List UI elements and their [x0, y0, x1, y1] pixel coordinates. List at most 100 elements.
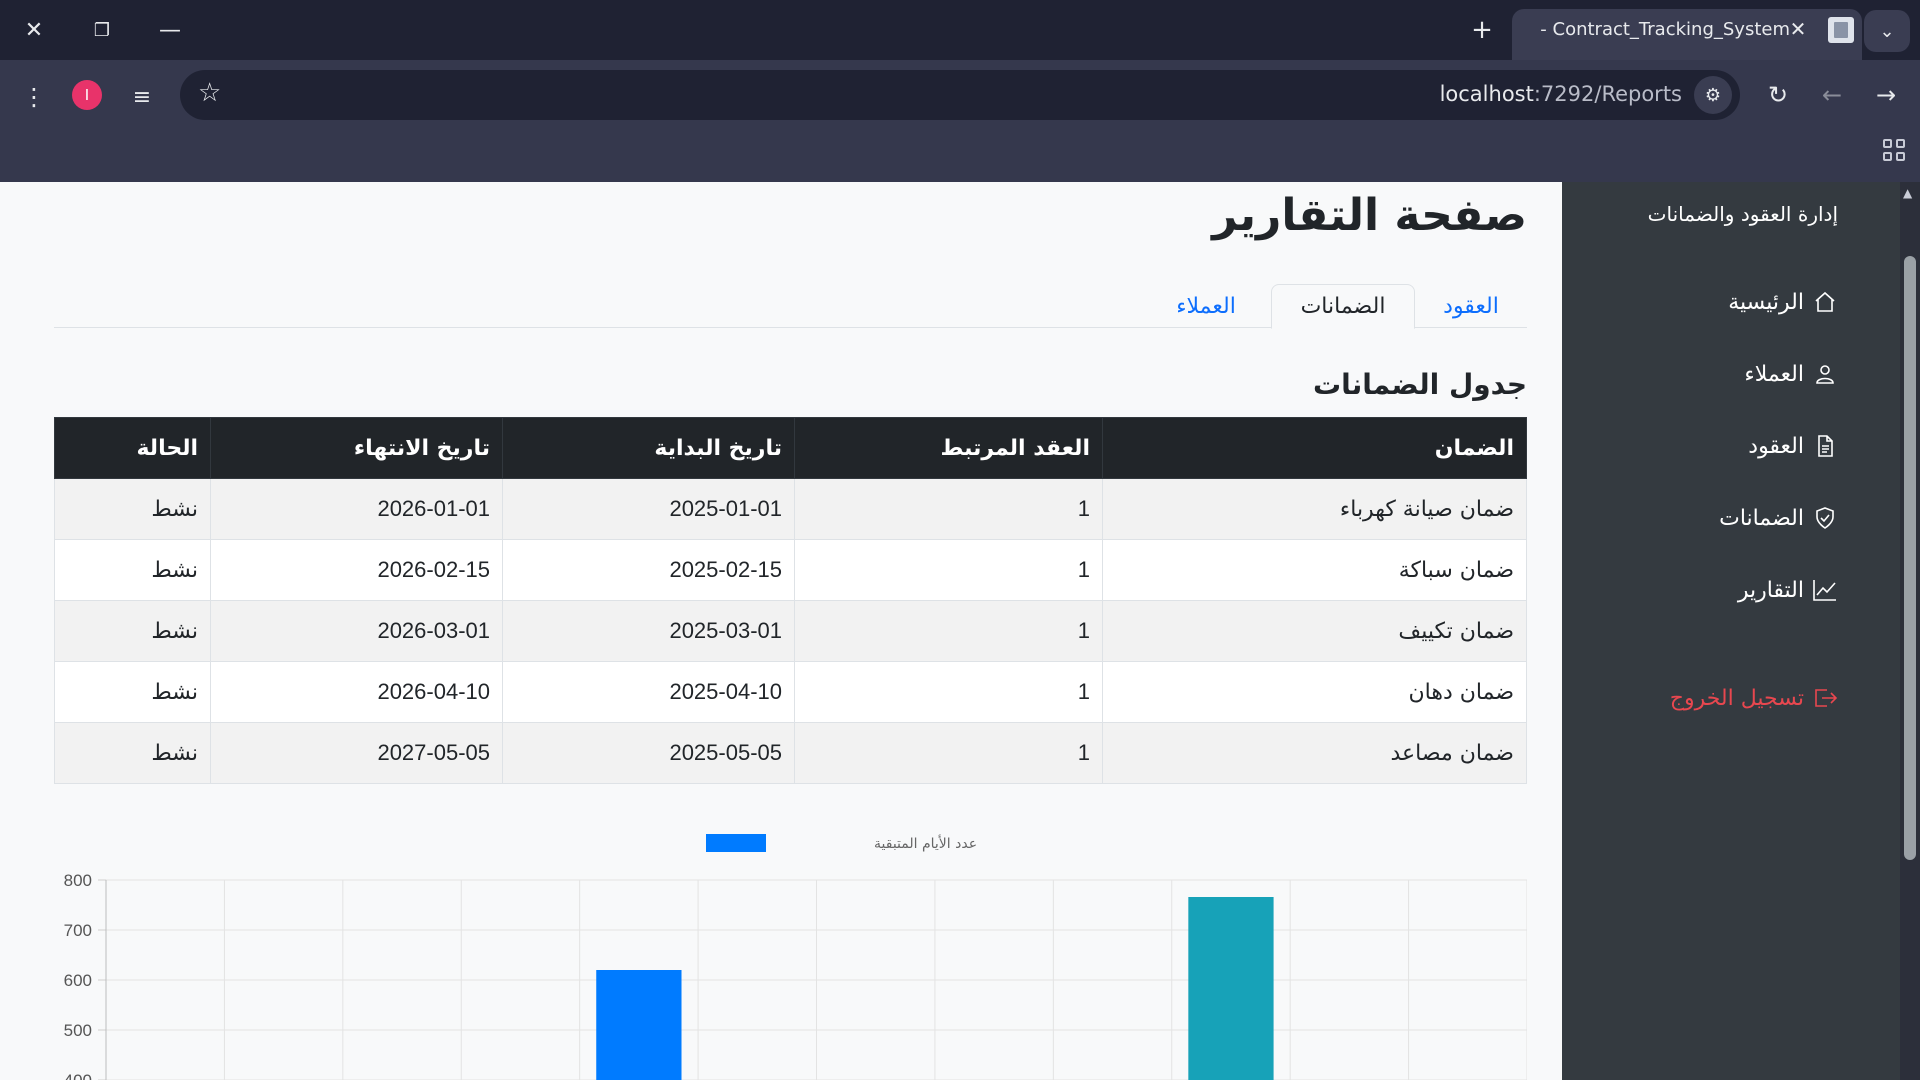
guarantees-table: الضمان العقد المرتبط تاريخ البداية تاريخ…: [54, 417, 1527, 784]
sidebar-item-label: الضمانات: [1719, 505, 1804, 531]
table-row: ضمان صيانة كهرباء 1 2025-01-01 2026-01-0…: [54, 478, 1527, 540]
remaining-days-chart: 400 500 600 700 800 عدد الأيام المتبقية: [64, 834, 1527, 1080]
document-icon: [1812, 433, 1838, 459]
chart-bar: [596, 970, 682, 1080]
legend-swatch: [706, 834, 766, 852]
y-tick-label: 500: [64, 1021, 92, 1040]
browser-toolbar: ⋮ I ≡ ☆ localhost:7292/Reports ⚙ ↻ ← →: [0, 60, 1920, 182]
back-icon[interactable]: ←: [1812, 75, 1852, 115]
star-icon[interactable]: ☆: [198, 78, 221, 108]
table-header-row: الضمان العقد المرتبط تاريخ البداية تاريخ…: [54, 417, 1527, 479]
sidebar-item-label: الرئيسية: [1728, 289, 1804, 315]
page-title: صفحة التقارير: [1212, 190, 1527, 241]
apps-icon[interactable]: [1880, 136, 1908, 164]
logout-icon: [1812, 685, 1838, 711]
table-cell: ضمان مصاعد: [1102, 722, 1527, 784]
minimize-icon[interactable]: —: [148, 12, 192, 48]
table-cell: 2025-02-15: [502, 539, 795, 601]
avatar[interactable]: I: [72, 80, 102, 110]
table-row: ضمان مصاعد 1 2025-05-05 2027-05-05 نشط: [54, 722, 1527, 784]
site-settings-icon[interactable]: ⚙: [1694, 76, 1732, 114]
y-tick-label: 400: [64, 1071, 92, 1080]
media-icon[interactable]: ≡: [122, 77, 162, 117]
sidebar-item-reports[interactable]: التقارير: [1738, 570, 1838, 610]
table-cell: 2025-01-01: [502, 478, 795, 540]
table-row: ضمان دهان 1 2025-04-10 2026-04-10 نشط: [54, 661, 1527, 723]
table-cell: 2025-04-10: [502, 661, 795, 723]
column-header: الضمان: [1102, 417, 1527, 479]
tab-clients[interactable]: العملاء: [1141, 284, 1271, 328]
table-row: ضمان سباكة 1 2025-02-15 2026-02-15 نشط: [54, 539, 1527, 601]
table-cell: 1: [794, 722, 1103, 784]
table-cell: ضمان تكييف: [1102, 600, 1527, 662]
table-cell: 1: [794, 661, 1103, 723]
table-cell: ضمان سباكة: [1102, 539, 1527, 601]
browser-tab-bar: ✕ ❐ — + ✕ - Contract_Tracking_System ⌄: [0, 0, 1920, 60]
sidebar-item-label: العملاء: [1744, 361, 1804, 387]
report-tabs: العقود الضمانات العملاء: [54, 284, 1527, 329]
sidebar-item-label: التقارير: [1737, 577, 1804, 603]
table-cell: نشط: [54, 600, 211, 662]
table-cell: نشط: [54, 661, 211, 723]
column-header: تاريخ الانتهاء: [210, 417, 503, 479]
table-cell: 1: [794, 600, 1103, 662]
sidebar-item-guarantees[interactable]: الضمانات: [1719, 498, 1838, 538]
table-cell: 1: [794, 478, 1103, 540]
table-row: ضمان تكييف 1 2025-03-01 2026-03-01 نشط: [54, 600, 1527, 662]
table-cell: 2025-03-01: [502, 600, 795, 662]
chart-line-icon: [1812, 577, 1838, 603]
house-icon: [1812, 289, 1838, 315]
shield-icon: [1812, 505, 1838, 531]
column-header: تاريخ البداية: [502, 417, 795, 479]
table-cell: ضمان دهان: [1102, 661, 1527, 723]
table-cell: 2025-05-05: [502, 722, 795, 784]
sidebar-brand: إدارة العقود والضمانات: [1647, 202, 1838, 226]
forward-icon[interactable]: →: [1866, 75, 1906, 115]
section-title: جدول الضمانات: [1313, 368, 1527, 401]
y-tick-label: 800: [64, 871, 92, 890]
y-tick-label: 600: [64, 971, 92, 990]
close-icon[interactable]: ✕: [12, 12, 56, 48]
page-viewport: إدارة العقود والضمانات الرئيسية العملاء …: [0, 182, 1920, 1080]
address-bar[interactable]: ☆ localhost:7292/Reports ⚙: [180, 70, 1740, 120]
tab-contracts[interactable]: العقود: [1415, 284, 1527, 328]
table-cell: ضمان صيانة كهرباء: [1102, 478, 1527, 540]
url-host: localhost: [1439, 82, 1534, 106]
scroll-thumb[interactable]: [1904, 256, 1916, 860]
tab-list-icon[interactable]: ⌄: [1864, 10, 1910, 52]
column-header: العقد المرتبط: [794, 417, 1103, 479]
y-tick-label: 700: [64, 921, 92, 940]
legend-label: عدد الأيام المتبقية: [874, 834, 977, 852]
table-cell: نشط: [54, 478, 211, 540]
sidebar-item-label: العقود: [1748, 433, 1804, 459]
sidebar-item-contracts[interactable]: العقود: [1748, 426, 1838, 466]
tab-guarantees[interactable]: الضمانات: [1271, 284, 1415, 329]
person-icon: [1812, 361, 1838, 387]
table-cell: 2026-01-01: [210, 478, 503, 540]
sidebar-item-home[interactable]: الرئيسية: [1728, 282, 1838, 322]
restore-icon[interactable]: ❐: [80, 12, 124, 48]
table-cell: 2026-02-15: [210, 539, 503, 601]
scroll-up-icon[interactable]: ▲: [1903, 186, 1912, 200]
page-scrollbar[interactable]: ▲: [1900, 182, 1920, 1080]
table-cell: 2026-04-10: [210, 661, 503, 723]
sidebar-item-clients[interactable]: العملاء: [1744, 354, 1838, 394]
new-tab-icon[interactable]: +: [1460, 12, 1504, 48]
sidebar: إدارة العقود والضمانات الرئيسية العملاء …: [1562, 182, 1900, 1080]
table-cell: 2027-05-05: [210, 722, 503, 784]
url-text[interactable]: localhost:7292/Reports: [1440, 82, 1682, 106]
browser-tab[interactable]: ✕ - Contract_Tracking_System: [1512, 9, 1862, 60]
table-cell: 2026-03-01: [210, 600, 503, 662]
logout-link[interactable]: تسجيل الخروج: [1670, 678, 1838, 718]
table-cell: نشط: [54, 722, 211, 784]
menu-icon[interactable]: ⋮: [14, 77, 54, 117]
tab-title: - Contract_Tracking_System: [1540, 19, 1790, 40]
tab-favicon-icon: [1828, 17, 1854, 43]
url-path: :7292/Reports: [1533, 82, 1682, 106]
column-header: الحالة: [54, 417, 211, 479]
chart-bar: [1188, 897, 1274, 1080]
logout-label: تسجيل الخروج: [1669, 685, 1804, 711]
table-cell: 1: [794, 539, 1103, 601]
reload-icon[interactable]: ↻: [1758, 75, 1798, 115]
table-cell: نشط: [54, 539, 211, 601]
